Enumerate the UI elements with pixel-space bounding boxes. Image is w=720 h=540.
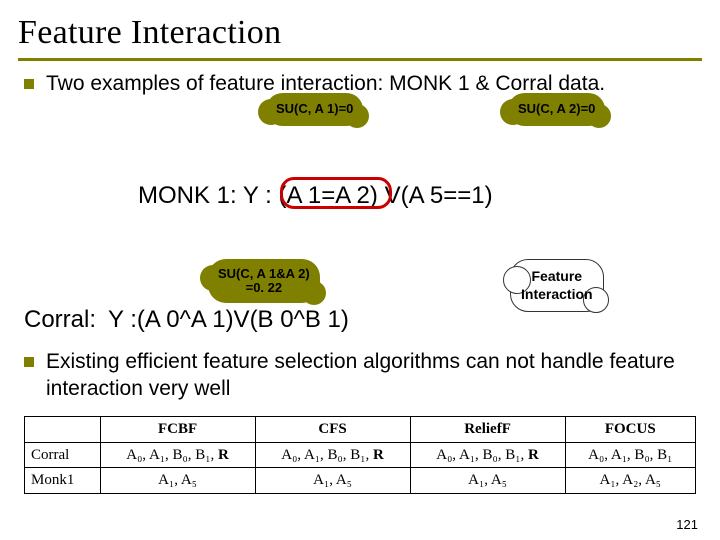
bullet-2: Existing efficient feature selection alg… — [24, 349, 702, 402]
table-cell: A₁, A₅ — [410, 468, 565, 494]
page-number: 121 — [676, 517, 698, 532]
red-circle-annotation — [280, 177, 392, 209]
table-cell: A₀, A₁, B₀, B₁, R — [410, 442, 565, 468]
table-body: CorralA₀, A₁, B₀, B₁, RA₀, A₁, B₀, B₁, R… — [25, 442, 696, 494]
corral-label: Corral: — [24, 305, 108, 335]
bullet-icon — [24, 79, 34, 89]
cloud-su-a1: SU(C, A 1)=0 — [266, 93, 363, 125]
th-relieff: ReliefF — [410, 416, 565, 442]
algorithms-table: FCBF CFS ReliefF FOCUS CorralA₀, A₁, B₀,… — [24, 416, 696, 494]
cloud-su-a1a2: SU(C, A 1&A 2) =0. 22 — [208, 259, 320, 302]
cloud-su-a1a2-l2: =0. 22 — [246, 280, 283, 295]
bullet-icon — [24, 357, 34, 367]
slide-body: Two examples of feature interaction: MON… — [18, 71, 702, 494]
cloud-su-a1-text: SU(C, A 1)=0 — [276, 101, 353, 116]
page-title: Feature Interaction — [18, 14, 702, 52]
monk-suffix: V(A 5==1) — [385, 182, 493, 209]
monk-formula: MONK 1: Y : (A 1=A 2) V(A 5==1) — [138, 181, 702, 211]
cloud-feature-interaction: Feature Interaction — [510, 259, 604, 312]
bullet-1-span: Two examples of feature interaction: MON… — [46, 72, 605, 95]
cloud-su-a2-text: SU(C, A 2)=0 — [518, 101, 595, 116]
cloud-fi-l1: Feature — [532, 268, 583, 284]
bullet-2-text: Existing efficient feature selection alg… — [46, 349, 702, 402]
th-focus: FOCUS — [565, 416, 695, 442]
table-cell: A₁, A₅ — [100, 468, 255, 494]
clouds-row-top: SU(C, A 1)=0 SU(C, A 2)=0 — [46, 97, 702, 155]
table-cell: A₁, A₅ — [255, 468, 410, 494]
monk-prefix: MONK 1: Y : — [138, 182, 272, 209]
monk-block: MONK 1: Y : (A 1=A 2) V(A 5==1) SU(C, A … — [18, 181, 702, 267]
table-cell: A₀, A₁, B₀, B₁ — [565, 442, 695, 468]
slide: Feature Interaction Two examples of feat… — [0, 0, 720, 540]
cloud-fi-l2: Interaction — [521, 286, 593, 302]
table-cell: A₁, A₂, A₅ — [565, 468, 695, 494]
table-cell: A₀, A₁, B₀, B₁, R — [255, 442, 410, 468]
cloud-su-a1a2-text: SU(C, A 1&A 2) =0. 22 — [218, 266, 310, 295]
cloud-su-a2: SU(C, A 2)=0 — [508, 93, 605, 125]
bullet-1-text: Two examples of feature interaction: MON… — [46, 71, 702, 155]
table-row: Monk1A₁, A₅A₁, A₅A₁, A₅A₁, A₂, A₅ — [25, 468, 696, 494]
algorithms-table-wrap: FCBF CFS ReliefF FOCUS CorralA₀, A₁, B₀,… — [24, 416, 696, 494]
title-underline — [18, 58, 702, 61]
th-fcbf: FCBF — [100, 416, 255, 442]
th-cfs: CFS — [255, 416, 410, 442]
corral-expr: Y :(A 0^A 1)V(B 0^B 1) — [108, 305, 349, 335]
cloud-fi-text: Feature Interaction — [521, 268, 593, 302]
bullet-1: Two examples of feature interaction: MON… — [24, 71, 702, 155]
th-empty — [25, 416, 101, 442]
row-header: Monk1 — [25, 468, 101, 494]
table-head-row: FCBF CFS ReliefF FOCUS — [25, 416, 696, 442]
cloud-su-a1a2-l1: SU(C, A 1&A 2) — [218, 266, 310, 281]
table-cell: A₀, A₁, B₀, B₁, R — [100, 442, 255, 468]
row-header: Corral — [25, 442, 101, 468]
table-row: CorralA₀, A₁, B₀, B₁, RA₀, A₁, B₀, B₁, R… — [25, 442, 696, 468]
